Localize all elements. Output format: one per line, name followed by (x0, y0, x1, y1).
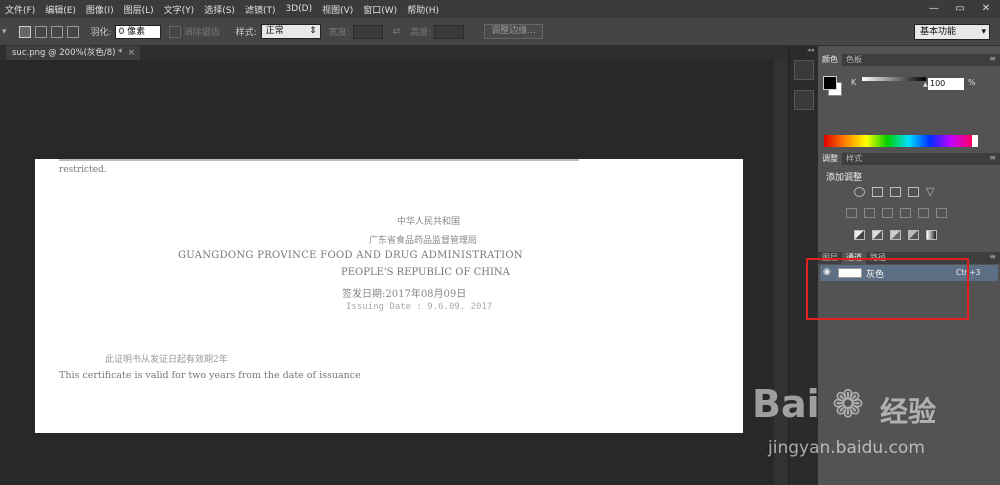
menu-layer[interactable]: 图层(L) (119, 3, 159, 16)
tab-swatches[interactable]: 色板 (842, 54, 866, 66)
properties-panel-icon[interactable] (794, 90, 814, 110)
document-tab[interactable]: suc.png @ 200%(灰色/8) * × (6, 46, 140, 60)
tab-color[interactable]: 颜色 (818, 54, 842, 66)
paw-logo-icon: ❁ (832, 382, 864, 426)
percent-unit: % (968, 78, 976, 87)
chevron-down-icon: ▾ (981, 27, 986, 37)
exposure-icon[interactable] (908, 187, 919, 197)
hue-saturation-icon[interactable] (846, 208, 857, 218)
feather-label: 羽化: (90, 28, 112, 38)
channel-mixer-icon[interactable] (918, 208, 929, 218)
width-label: 宽度: (328, 28, 350, 38)
cropped-text-line (59, 159, 579, 161)
k-value-input[interactable]: 100 (928, 78, 964, 90)
close-tab-icon[interactable]: × (128, 46, 135, 60)
height-input[interactable] (434, 24, 465, 39)
minimize-button[interactable]: — (922, 0, 946, 18)
spectrum-white-end[interactable] (972, 135, 978, 147)
document-image: restricted. 中华人民共和国 广东省食品药品监督管理局 GUANGDO… (35, 159, 743, 433)
menu-file[interactable]: 文件(F) (0, 3, 40, 16)
menu-edit[interactable]: 编辑(E) (40, 3, 81, 16)
color-panel-header: 颜色 色板 ≡ (818, 54, 1000, 66)
restore-button[interactable]: ▭ (948, 0, 972, 18)
tool-preset-dropdown-icon[interactable]: ▾ (2, 27, 7, 37)
menu-help[interactable]: 帮助(H) (402, 3, 444, 16)
adjustments-panel-header: 调整 样式 ≡ (818, 153, 1000, 165)
foreground-color-swatch[interactable] (823, 76, 837, 90)
antialias-label: 消除锯齿 (183, 28, 220, 38)
menu-image[interactable]: 图像(I) (81, 3, 119, 16)
slider-handle-icon[interactable]: ▲ (923, 81, 928, 88)
annotation-highlight-box (806, 258, 969, 320)
vibrance-icon[interactable]: ▽ (926, 185, 934, 198)
height-label: 高度: (410, 28, 432, 38)
menu-select[interactable]: 选择(S) (199, 3, 240, 16)
image-text-agency-cn: 广东省食品药品监督管理局 (369, 236, 478, 246)
curves-icon[interactable] (890, 187, 901, 197)
menu-type[interactable]: 文字(Y) (159, 3, 200, 16)
close-button[interactable]: ✕ (974, 0, 998, 18)
tab-styles[interactable]: 样式 (842, 153, 866, 165)
menu-bar: 文件(F) 编辑(E) 图像(I) 图层(L) 文字(Y) 选择(S) 滤镜(T… (0, 0, 1000, 18)
new-selection-icon[interactable] (18, 25, 31, 38)
panel-menu-icon[interactable]: ≡ (989, 252, 996, 261)
history-panel-icon[interactable] (794, 60, 814, 80)
channel-label: K (851, 78, 857, 87)
style-label: 样式: (235, 28, 257, 38)
photo-filter-icon[interactable] (900, 208, 911, 218)
black-white-icon[interactable] (882, 208, 893, 218)
menu-3d[interactable]: 3D(D) (280, 4, 317, 14)
workspace-value: 基本功能 (920, 27, 957, 37)
panel-menu-icon[interactable]: ≡ (989, 153, 996, 162)
width-input[interactable] (352, 24, 383, 39)
posterize-icon[interactable] (872, 230, 883, 240)
levels-icon[interactable] (872, 187, 883, 197)
image-text-prc-cn: 中华人民共和国 (397, 217, 461, 227)
adjustments-title: 添加调整 (826, 173, 863, 183)
image-text-prc-en: PEOPLE'S REPUBLIC OF CHINA (341, 267, 510, 278)
image-text-issue-date-cn: 签发日期:2017年08月09日 (342, 289, 467, 300)
document-tab-title: suc.png @ 200%(灰色/8) * (12, 48, 123, 58)
watermark-url: jingyan.baidu.com (768, 438, 925, 458)
menu-window[interactable]: 窗口(W) (358, 3, 402, 16)
image-text-issue-date-en: Issuing Date : 9.6.09. 2017 (346, 302, 493, 312)
image-text-validity-cn: 此证明书从发证日起有效期2年 (105, 355, 228, 365)
watermark-brand-right: 经验 (880, 395, 937, 428)
color-balance-icon[interactable] (864, 208, 875, 218)
baidu-watermark: Bai ❁ 经验 jingyan.baidu.com (752, 372, 992, 482)
menu-filter[interactable]: 滤镜(T) (240, 3, 281, 16)
add-selection-icon[interactable] (34, 25, 47, 38)
watermark-brand-left: Bai (752, 382, 820, 426)
invert-icon[interactable] (854, 230, 865, 240)
color-lookup-icon[interactable] (936, 208, 947, 218)
image-text-agency-en: GUANGDONG PROVINCE FOOD AND DRUG ADMINIS… (178, 250, 523, 261)
menu-view[interactable]: 视图(V) (317, 3, 358, 16)
image-text-validity-en: This certificate is valid for two years … (59, 370, 361, 381)
style-select[interactable]: 正常 ⇕ (260, 24, 321, 39)
brightness-contrast-icon[interactable] (854, 187, 865, 197)
antialias-checkbox[interactable] (168, 25, 181, 38)
panel-menu-icon[interactable]: ≡ (989, 54, 996, 63)
chevron-updown-icon: ⇕ (309, 26, 317, 36)
collapse-arrows-icon[interactable]: ◂◂ (807, 46, 814, 54)
swap-icon[interactable]: ⇄ (393, 27, 401, 37)
options-bar: ▾ 羽化: 0 像素 消除锯齿 样式: 正常 ⇕ 宽度: ⇄ 高度: 调整边缘..… (0, 18, 1000, 46)
gradient-map-icon[interactable] (926, 230, 937, 240)
color-spectrum-bar[interactable] (824, 135, 972, 147)
document-tabbar: suc.png @ 200%(灰色/8) * × (0, 46, 788, 60)
workspace-select[interactable]: 基本功能 ▾ (914, 24, 990, 40)
threshold-icon[interactable] (890, 230, 901, 240)
tab-adjustments[interactable]: 调整 (818, 153, 842, 165)
refine-edge-button[interactable]: 调整边缘... (484, 24, 543, 39)
feather-input[interactable]: 0 像素 (114, 24, 161, 39)
image-text-restricted: restricted. (59, 165, 107, 175)
k-slider-track[interactable] (862, 77, 926, 81)
subtract-selection-icon[interactable] (50, 25, 63, 38)
intersect-selection-icon[interactable] (66, 25, 79, 38)
selective-color-icon[interactable] (908, 230, 919, 240)
style-select-value: 正常 (265, 26, 284, 36)
